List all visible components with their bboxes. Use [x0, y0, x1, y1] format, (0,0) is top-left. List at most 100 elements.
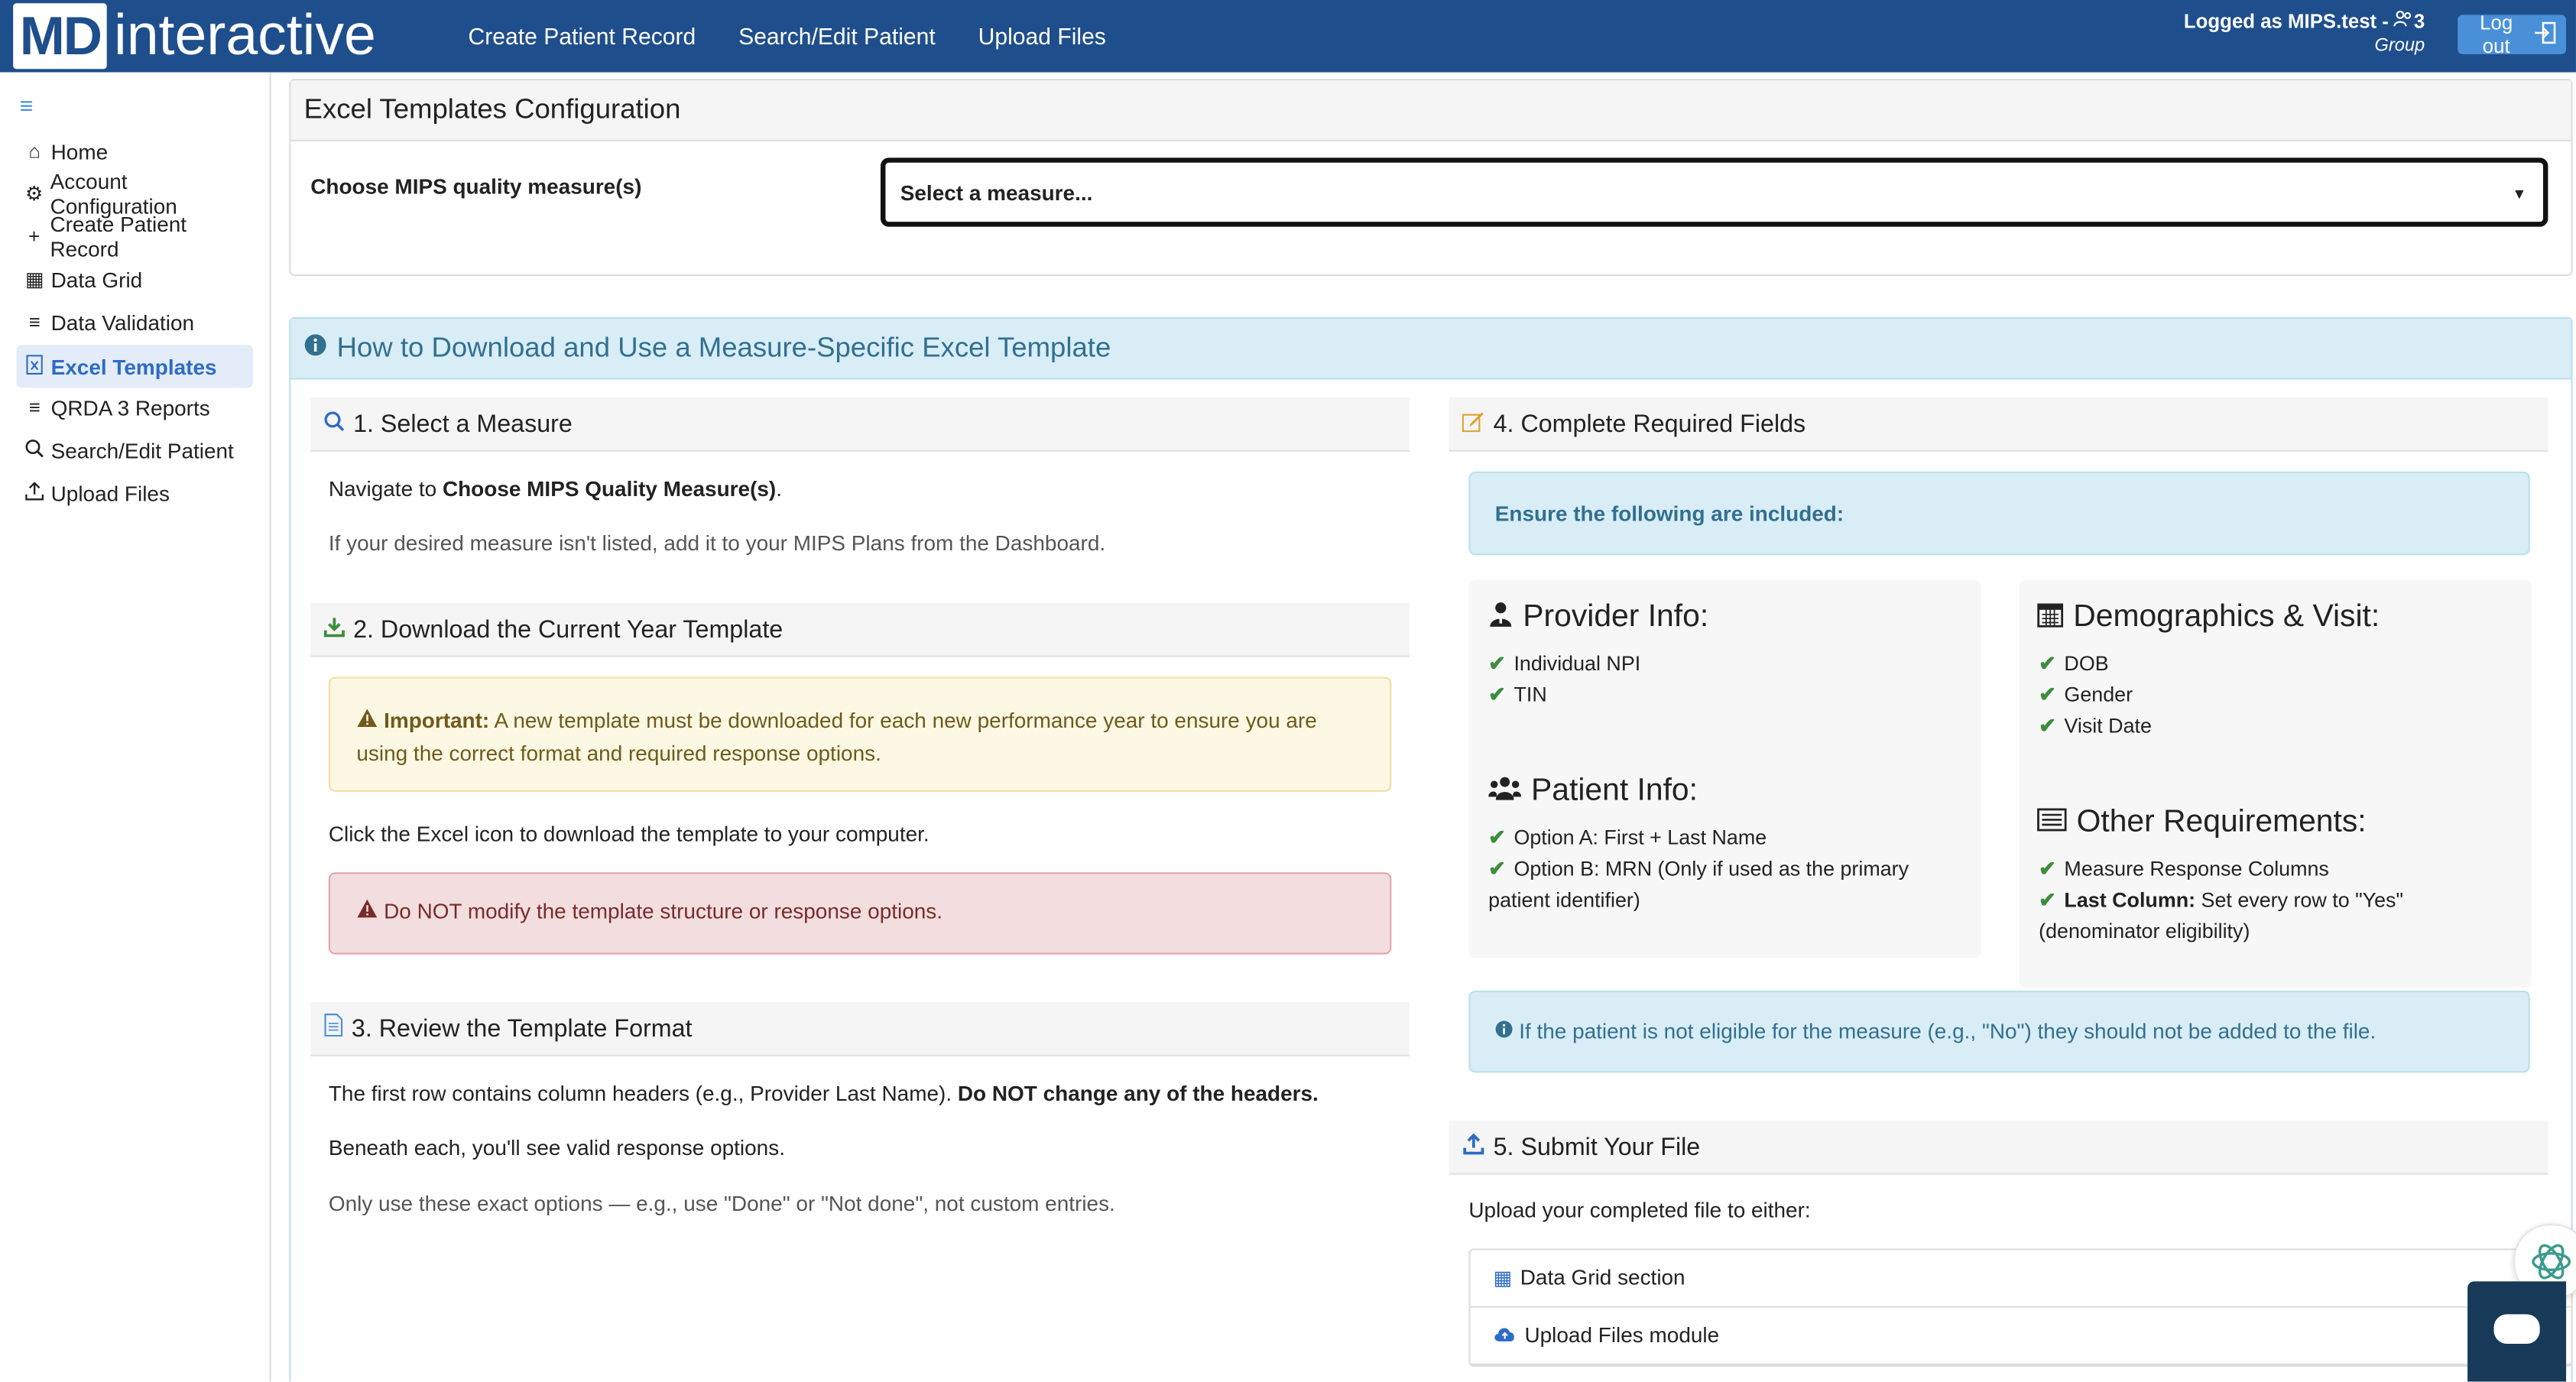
step4-header: 4. Complete Required Fields	[1449, 397, 2548, 453]
logout-label: Log out	[2480, 11, 2513, 58]
chat-widget-button[interactable]	[2467, 1281, 2567, 1382]
demographics-title: Demographics & Visit:	[2037, 599, 2380, 635]
sidebar-item-search-edit-patient[interactable]: Search/Edit Patient	[16, 429, 252, 472]
other-item-last-column-bold: Last Column:	[2064, 888, 2196, 912]
table-icon: ▦	[24, 268, 44, 291]
logout-button[interactable]: Log out	[2458, 11, 2567, 57]
submit-options-list: ▦ Data Grid section Upload Files module	[1468, 1248, 2573, 1367]
group-user-count: 3	[2413, 9, 2425, 33]
sidebar-item-label: Search/Edit Patient	[50, 437, 234, 462]
sidebar-item-excel-templates[interactable]: Excel Templates	[16, 345, 253, 388]
provider-item-npi: ✔ Individual NPI	[1488, 649, 1640, 680]
submit-option-data-grid[interactable]: ▦ Data Grid section	[1470, 1251, 2571, 1308]
demo-item-dob-text: DOB	[2064, 652, 2109, 676]
patient-item-option-b: ✔ Option B: MRN (Only if used as the prim…	[1488, 855, 1948, 917]
submit-option-upload-files[interactable]: Upload Files module	[1470, 1308, 2571, 1365]
step1-hint-text: If your desired measure isn't listed, ad…	[328, 530, 1106, 556]
md-interactive-logo[interactable]: MD interactive	[13, 3, 376, 70]
sidebar-item-upload-files[interactable]: Upload Files	[16, 472, 252, 514]
warning-triangle-icon	[356, 708, 384, 732]
sidebar-item-label: Excel Templates	[50, 354, 217, 379]
check-icon: ✔	[2039, 714, 2056, 738]
step2-header: 2. Download the Current Year Template	[310, 602, 1410, 657]
step3-headers-bold: Do NOT change any of the headers.	[957, 1081, 1319, 1106]
check-icon: ✔	[2039, 652, 2056, 676]
info-panel-header: How to Download and Use a Measure-Specif…	[290, 318, 2571, 380]
user-info: Logged as MIPS.test - 3 Group	[2184, 10, 2425, 56]
measure-select-label: Choose MIPS quality measure(s)	[310, 174, 642, 200]
step2-title: 2. Download the Current Year Template	[353, 615, 784, 644]
check-icon: ✔	[2039, 683, 2056, 707]
calendar-icon	[2037, 601, 2064, 635]
info-circle-icon	[1495, 1019, 1519, 1043]
sidebar: ≡ ⌂ Home ⚙ Account Configuration + Creat…	[0, 72, 271, 1382]
submit-option-upload-files-label: Upload Files module	[1524, 1322, 1720, 1348]
sidebar-item-create-patient-record[interactable]: + Create Patient Record	[16, 212, 252, 261]
top-nav-links: Create Patient Record Search/Edit Patien…	[447, 0, 1127, 73]
sidebar-item-label: Upload Files	[50, 480, 170, 505]
nav-create-patient-record[interactable]: Create Patient Record	[469, 23, 696, 49]
demographics-title-text: Demographics & Visit:	[2073, 599, 2380, 634]
sidebar-item-data-validation[interactable]: ≡ Data Validation	[16, 300, 252, 343]
patient-item-option-b-text: Option B: MRN (Only if used as the prima…	[1488, 857, 1909, 912]
document-icon	[323, 1001, 343, 1056]
info-panel-title: How to Download and Use a Measure-Specif…	[336, 332, 1111, 363]
user-role: Group	[2374, 36, 2425, 57]
not-eligible-note: If the patient is not eligible for the m…	[1468, 990, 2530, 1073]
step3-header: 3. Review the Template Format	[310, 1002, 1410, 1056]
step1-navigate-suffix: .	[776, 476, 783, 501]
other-item-measure-response-text: Measure Response Columns	[2064, 857, 2329, 881]
step1-header: 1. Select a Measure	[310, 397, 1410, 453]
home-icon: ⌂	[28, 139, 41, 163]
excel-templates-config-panel: Excel Templates Configuration Choose MIP…	[289, 79, 2573, 277]
other-item-measure-response: ✔ Measure Response Columns	[2039, 855, 2329, 886]
sidebar-item-account-configuration[interactable]: ⚙ Account Configuration	[16, 169, 252, 218]
other-requirements-title-text: Other Requirements:	[2076, 805, 2367, 840]
search-icon	[323, 397, 345, 451]
patient-item-option-a-text: Option A: First + Last Name	[1513, 826, 1767, 850]
check-icon: ✔	[1488, 857, 1506, 881]
cloud-upload-icon	[1494, 1308, 1517, 1364]
provider-info-title: Provider Info:	[1488, 599, 1708, 635]
check-icon: ✔	[1488, 826, 1506, 850]
nav-search-edit-patient[interactable]: Search/Edit Patient	[738, 23, 936, 49]
step1-title: 1. Select a Measure	[353, 410, 573, 438]
step1-navigate-prefix: Navigate to	[328, 476, 443, 501]
logo-md-text: MD	[13, 3, 108, 70]
step3-headers-prefix: The first row contains column headers (e…	[328, 1081, 958, 1106]
group-users-icon	[2394, 10, 2414, 33]
demo-item-gender-text: Gender	[2064, 683, 2133, 707]
sidebar-item-home[interactable]: ⌂ Home	[16, 130, 252, 173]
demo-item-visit-date-text: Visit Date	[2064, 714, 2152, 738]
provider-item-npi-text: Individual NPI	[1513, 652, 1641, 676]
sidebar-item-label: Account Configuration	[50, 169, 177, 219]
step5-intro-text: Upload your completed file to either:	[1468, 1197, 1811, 1223]
sidebar-item-qrda-3-reports[interactable]: ≡ QRDA 3 Reports	[16, 386, 252, 429]
logo-interactive-text: interactive	[114, 3, 376, 68]
sidebar-item-data-grid[interactable]: ▦ Data Grid	[16, 258, 252, 300]
danger-text: Do NOT modify the template structure or …	[384, 898, 943, 923]
step5-header: 5. Submit Your File	[1449, 1120, 2548, 1175]
gear-icon: ⚙	[25, 182, 44, 206]
nav-upload-files[interactable]: Upload Files	[978, 23, 1106, 49]
submit-option-data-grid-label: Data Grid section	[1520, 1264, 1685, 1290]
hamburger-menu-icon[interactable]: ≡	[20, 92, 34, 118]
users-icon	[1488, 774, 1522, 809]
provider-info-title-text: Provider Info:	[1523, 599, 1709, 634]
step5-title: 5. Submit Your File	[1493, 1132, 1701, 1161]
logged-as-text: Logged as MIPS.test -	[2183, 9, 2395, 33]
list-icon: ≡	[28, 310, 41, 334]
warning-triangle-icon	[356, 899, 384, 923]
check-icon: ✔	[1488, 683, 1506, 707]
excel-file-icon	[23, 354, 46, 378]
upload-icon	[23, 481, 46, 505]
app-root: MD interactive Create Patient Record Sea…	[0, 0, 2576, 1382]
list-alt-icon	[2037, 806, 2067, 839]
sidebar-item-label: Data Validation	[50, 310, 195, 335]
demo-item-dob: ✔ DOB	[2039, 649, 2109, 680]
other-item-last-column: ✔ Last Column: Set every row to "Yes" (de…	[2039, 885, 2507, 948]
measure-select-dropdown[interactable]: Select a measure... ▼	[880, 157, 2548, 227]
important-warning-alert: Important: A new template must be downlo…	[328, 676, 1392, 792]
do-not-modify-alert: Do NOT modify the template structure or …	[328, 872, 1392, 955]
patient-info-title-text: Patient Info:	[1531, 774, 1698, 809]
